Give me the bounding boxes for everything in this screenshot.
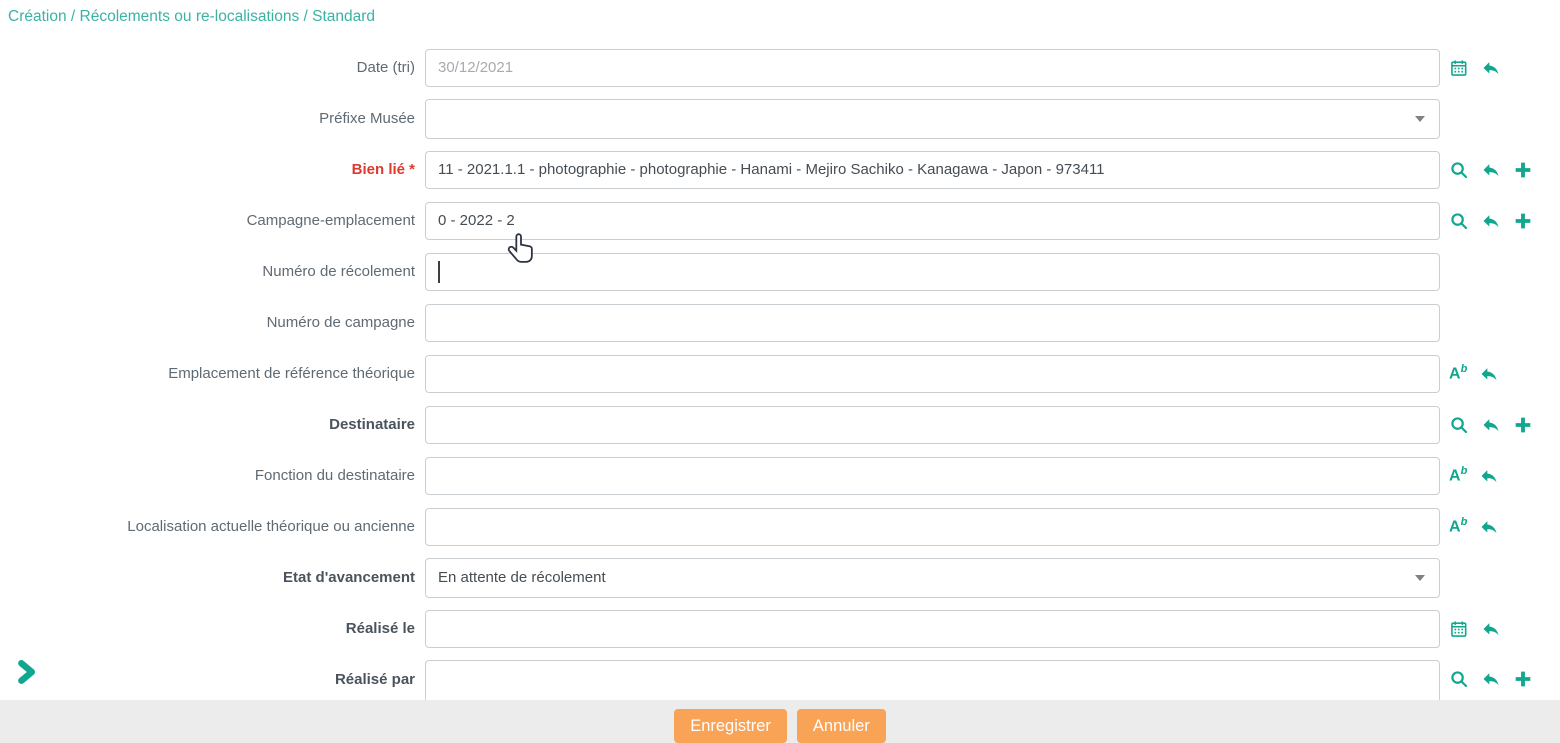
- realise-le-input[interactable]: [425, 610, 1440, 648]
- field-label: Fonction du destinataire: [0, 467, 425, 484]
- calendar-icon[interactable]: [1449, 58, 1469, 78]
- campagne-emplacement-input[interactable]: [425, 202, 1440, 240]
- undo-icon[interactable]: [1481, 160, 1501, 180]
- form-row-prefixe-musee: Préfixe Musée: [0, 93, 1560, 144]
- field-label: Etat d'avancement: [0, 569, 425, 586]
- numero-campagne-input[interactable]: [425, 304, 1440, 342]
- field-label-required: Bien lié *: [0, 161, 425, 178]
- field-label: Numéro de campagne: [0, 314, 425, 331]
- emplacement-reference-input[interactable]: [425, 355, 1440, 393]
- expand-panel-chevron-right-icon[interactable]: [12, 654, 40, 690]
- undo-icon[interactable]: [1479, 466, 1499, 486]
- field-label: Préfixe Musée: [0, 110, 425, 127]
- text-caret: [438, 261, 440, 283]
- form-row-numero-campagne: Numéro de campagne: [0, 297, 1560, 348]
- search-icon[interactable]: [1449, 415, 1469, 435]
- field-label: Numéro de récolement: [0, 263, 425, 280]
- field-label: Localisation actuelle théorique ou ancie…: [0, 518, 425, 535]
- select-value: En attente de récolement: [438, 569, 606, 586]
- undo-icon[interactable]: [1479, 517, 1499, 537]
- etat-avancement-select[interactable]: En attente de récolement: [425, 558, 1440, 598]
- field-label: Emplacement de référence théorique: [0, 365, 425, 382]
- form-row-fonction-destinataire: Fonction du destinataire Ab: [0, 450, 1560, 501]
- date-tri-input[interactable]: [425, 49, 1440, 87]
- search-icon[interactable]: [1449, 160, 1469, 180]
- field-label: Campagne-emplacement: [0, 212, 425, 229]
- bien-lie-input[interactable]: [425, 151, 1440, 189]
- destinataire-input[interactable]: [425, 406, 1440, 444]
- form-row-numero-recolement: Numéro de récolement: [0, 246, 1560, 297]
- text-format-ab-icon[interactable]: Ab: [1449, 517, 1467, 535]
- localisation-actuelle-input[interactable]: [425, 508, 1440, 546]
- undo-icon[interactable]: [1481, 619, 1501, 639]
- calendar-icon[interactable]: [1449, 619, 1469, 639]
- plus-icon[interactable]: [1513, 669, 1533, 689]
- search-icon[interactable]: [1449, 211, 1469, 231]
- undo-icon[interactable]: [1481, 211, 1501, 231]
- cancel-button[interactable]: Annuler: [797, 709, 886, 743]
- undo-icon[interactable]: [1479, 364, 1499, 384]
- field-label: Réalisé le: [0, 620, 425, 637]
- form-row-bien-lie: Bien lié *: [0, 144, 1560, 195]
- search-icon[interactable]: [1449, 669, 1469, 689]
- text-format-ab-icon[interactable]: Ab: [1449, 466, 1467, 484]
- form-row-date-tri: Date (tri): [0, 42, 1560, 93]
- chevron-down-icon: [1415, 575, 1425, 581]
- form-row-emplacement-reference: Emplacement de référence théorique Ab: [0, 348, 1560, 399]
- save-button[interactable]: Enregistrer: [674, 709, 787, 743]
- undo-icon[interactable]: [1481, 669, 1501, 689]
- form-row-localisation-actuelle: Localisation actuelle théorique ou ancie…: [0, 501, 1560, 552]
- plus-icon[interactable]: [1513, 160, 1533, 180]
- field-label: Réalisé par: [0, 671, 425, 688]
- plus-icon[interactable]: [1513, 211, 1533, 231]
- form-row-realise-le: Réalisé le: [0, 603, 1560, 654]
- form-row-destinataire: Destinataire: [0, 399, 1560, 450]
- breadcrumb: Création / Récolements ou re-localisatio…: [8, 8, 375, 26]
- numero-recolement-input[interactable]: [425, 253, 1440, 291]
- chevron-down-icon: [1415, 116, 1425, 122]
- footer-action-bar: Enregistrer Annuler: [0, 700, 1560, 743]
- plus-icon[interactable]: [1513, 415, 1533, 435]
- field-label: Destinataire: [0, 416, 425, 433]
- undo-icon[interactable]: [1481, 415, 1501, 435]
- undo-icon[interactable]: [1481, 58, 1501, 78]
- form: Date (tri): [0, 42, 1560, 705]
- form-row-realise-par: Réalisé par: [0, 654, 1560, 705]
- form-row-campagne-emplacement: Campagne-emplacement: [0, 195, 1560, 246]
- fonction-destinataire-input[interactable]: [425, 457, 1440, 495]
- text-format-ab-icon[interactable]: Ab: [1449, 364, 1467, 382]
- form-row-etat-avancement: Etat d'avancement En attente de récoleme…: [0, 552, 1560, 603]
- prefixe-musee-select[interactable]: [425, 99, 1440, 139]
- field-label: Date (tri): [0, 59, 425, 76]
- creation-form-page: Création / Récolements ou re-localisatio…: [0, 0, 1560, 743]
